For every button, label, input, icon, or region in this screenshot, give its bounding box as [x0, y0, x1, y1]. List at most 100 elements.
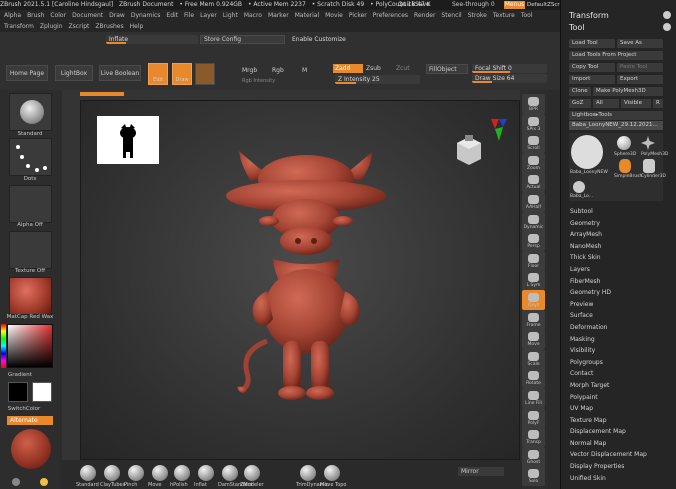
- menu-help[interactable]: Help: [130, 23, 144, 30]
- export-button[interactable]: Export: [617, 75, 663, 84]
- texture-selector[interactable]: [9, 231, 52, 269]
- menu-movie[interactable]: Movie: [325, 12, 343, 19]
- subpalette-arraymesh[interactable]: ArrayMesh: [570, 229, 670, 241]
- menu-render[interactable]: Render: [414, 12, 435, 19]
- tool-button-dynamic[interactable]: Dynamic: [522, 211, 545, 232]
- brush-selector[interactable]: [9, 93, 52, 131]
- load-tool-button[interactable]: Load Tool: [569, 39, 615, 48]
- tool-button-scroll[interactable]: Scroll: [522, 133, 545, 154]
- move-mode-button[interactable]: [195, 63, 215, 85]
- brush-damstandard-icon[interactable]: [222, 465, 238, 481]
- brush-inflat-icon[interactable]: [198, 465, 214, 481]
- tool-button-aahalf[interactable]: AAHalf: [522, 192, 545, 212]
- current-tool-thumb[interactable]: [571, 135, 603, 169]
- copy-tool-button[interactable]: Copy Tool: [569, 63, 615, 72]
- import-button[interactable]: Import: [569, 75, 615, 84]
- menu-brush[interactable]: Brush: [27, 12, 44, 19]
- subpalette-geometry[interactable]: Geometry: [570, 218, 670, 230]
- brush-zmodeler-icon[interactable]: [244, 465, 260, 481]
- subpalette-visibility[interactable]: Visibility: [570, 345, 670, 357]
- menus-toggle[interactable]: Menus: [504, 1, 525, 9]
- mirror-button[interactable]: Mirror: [458, 467, 504, 476]
- menu-zbrushes[interactable]: ZBrushes: [95, 23, 123, 30]
- simplebrush-thumb[interactable]: [619, 159, 631, 173]
- tool-button-zoom[interactable]: Zoom: [522, 152, 545, 173]
- lightbox-button[interactable]: LightBox: [55, 65, 93, 81]
- home-page-button[interactable]: Home Page: [6, 65, 48, 81]
- zadd-button[interactable]: Zadd: [333, 64, 363, 73]
- tool-button-l-sym[interactable]: L.Sym: [522, 270, 545, 291]
- menu-document[interactable]: Document: [72, 12, 103, 19]
- tool-button-persp[interactable]: Persp: [522, 231, 545, 252]
- alternate-button[interactable]: Alternate: [7, 416, 53, 425]
- cylinder3d-thumb[interactable]: [643, 159, 655, 173]
- orientation-gizmo[interactable]: [449, 115, 509, 175]
- subpalette-vector-displacement-map[interactable]: Vector Displacement Map: [570, 449, 670, 461]
- enable-customize-button[interactable]: Enable Customize: [292, 36, 346, 43]
- close-tool-icon[interactable]: [663, 23, 671, 31]
- main-color-swatch[interactable]: [8, 382, 28, 402]
- see-through-slider[interactable]: See-through 0: [452, 0, 502, 10]
- rgb-intensity-slider[interactable]: Rgb Intensity: [242, 78, 275, 84]
- tool-button-qxyz[interactable]: Qxyz: [522, 290, 545, 310]
- alpha-selector[interactable]: [9, 185, 52, 223]
- menu-transform[interactable]: Transform: [4, 23, 34, 30]
- zsub-button[interactable]: Zsub: [366, 65, 381, 72]
- tool-button-frame[interactable]: Frame: [522, 309, 545, 330]
- live-boolean-button[interactable]: Live Boolean: [99, 65, 141, 81]
- canvas-scroll-indicator[interactable]: [80, 92, 124, 96]
- edit-mode-button[interactable]: Edit: [148, 63, 168, 85]
- menu-layer[interactable]: Layer: [200, 12, 217, 19]
- menu-zplugin[interactable]: Zplugin: [40, 23, 63, 30]
- secondary-color-swatch[interactable]: [32, 382, 52, 402]
- menu-color[interactable]: Color: [50, 12, 66, 19]
- menu-picker[interactable]: Picker: [349, 12, 367, 19]
- subpalette-uv-map[interactable]: UV Map: [570, 403, 670, 415]
- sphere3d-thumb[interactable]: [617, 136, 631, 150]
- subpalette-unified-skin[interactable]: Unified Skin: [570, 473, 670, 485]
- menu-tool[interactable]: Tool: [521, 12, 533, 19]
- load-from-project-button[interactable]: Load Tools From Project: [569, 51, 663, 60]
- mrgb-button[interactable]: Mrgb: [242, 67, 257, 74]
- draw-size-slider[interactable]: Draw Size 64: [472, 74, 547, 83]
- brush-pinch-icon[interactable]: [128, 465, 144, 481]
- paste-tool-button[interactable]: Paste Tool: [617, 63, 663, 72]
- subpalette-polygroups[interactable]: Polygroups: [570, 357, 670, 369]
- brush-claytubes-icon[interactable]: [104, 465, 120, 481]
- stroke-selector[interactable]: [9, 138, 52, 176]
- menu-marker[interactable]: Marker: [268, 12, 289, 19]
- tool-button-transp[interactable]: Transp: [522, 427, 545, 448]
- make-polymesh-button[interactable]: Make PolyMesh3D: [593, 87, 663, 96]
- hue-strip[interactable]: [1, 324, 6, 368]
- menu-zscript[interactable]: Zscript: [69, 23, 90, 30]
- brush-trimdynamic-icon[interactable]: [300, 465, 316, 481]
- subpalette-surface[interactable]: Surface: [570, 310, 670, 322]
- tool-button-line-fill[interactable]: Line Fill: [522, 388, 545, 408]
- all-button[interactable]: All: [593, 99, 619, 108]
- rgb-button[interactable]: Rgb: [272, 67, 284, 74]
- switch-color-label[interactable]: SwitchColor: [0, 406, 48, 412]
- lightbox-tools-button[interactable]: Lightbox▸Tools: [569, 111, 663, 120]
- close-icon[interactable]: [663, 11, 671, 19]
- subpalette-subtool[interactable]: Subtool: [570, 206, 670, 218]
- lightbulb-icon[interactable]: [12, 478, 20, 486]
- baba-lo-thumb[interactable]: [573, 181, 585, 193]
- quicksave-button[interactable]: QuickSave: [398, 0, 446, 10]
- draw-mode-button[interactable]: Draw: [172, 63, 192, 85]
- subpalette-deformation[interactable]: Deformation: [570, 322, 670, 334]
- material-selector[interactable]: [9, 277, 52, 315]
- tool-button-rotate[interactable]: Rotate: [522, 368, 545, 389]
- z-intensity-slider[interactable]: Z Intensity 25: [335, 75, 420, 84]
- subpalette-morph-target[interactable]: Morph Target: [570, 380, 670, 392]
- inflate-slider[interactable]: Inflate: [106, 35, 198, 44]
- tool-button-ghost[interactable]: Ghost: [522, 446, 545, 467]
- focal-shift-slider[interactable]: Focal Shift 0: [472, 64, 547, 73]
- tool-button-move[interactable]: Move: [522, 329, 545, 350]
- navigator-thumbnail[interactable]: [97, 116, 159, 164]
- menu-file[interactable]: File: [184, 12, 194, 19]
- menu-edit[interactable]: Edit: [166, 12, 178, 19]
- document-canvas[interactable]: [80, 100, 520, 460]
- goz-button[interactable]: GoZ: [569, 99, 591, 108]
- current-tool-slider[interactable]: Baba_LoonyNEW_29.12.2021...: [569, 121, 663, 130]
- tool-button-solo[interactable]: Solo: [522, 466, 545, 487]
